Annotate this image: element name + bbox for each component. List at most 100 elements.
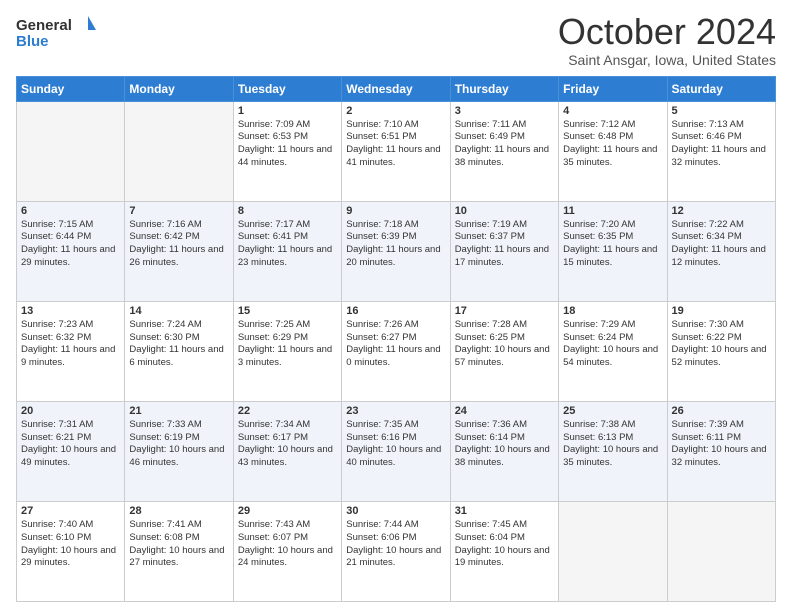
calendar-day-cell: 8 Sunrise: 7:17 AMSunset: 6:41 PMDayligh… — [233, 201, 341, 301]
calendar-day-cell: 4 Sunrise: 7:12 AMSunset: 6:48 PMDayligh… — [559, 101, 667, 201]
month-title: October 2024 — [558, 12, 776, 52]
day-number: 13 — [21, 305, 120, 317]
day-detail: Sunrise: 7:11 AMSunset: 6:49 PMDaylight:… — [455, 119, 549, 168]
calendar-day-cell: 30 Sunrise: 7:44 AMSunset: 6:06 PMDaylig… — [342, 501, 450, 601]
day-number: 8 — [238, 205, 337, 217]
day-number: 21 — [129, 405, 228, 417]
day-detail: Sunrise: 7:13 AMSunset: 6:46 PMDaylight:… — [672, 119, 766, 168]
header: General Blue October 2024 Saint Ansgar, … — [16, 12, 776, 68]
weekday-header: Tuesday — [233, 76, 341, 101]
day-detail: Sunrise: 7:39 AMSunset: 6:11 PMDaylight:… — [672, 419, 767, 468]
day-number: 7 — [129, 205, 228, 217]
calendar-week-row: 20 Sunrise: 7:31 AMSunset: 6:21 PMDaylig… — [17, 401, 776, 501]
weekday-header: Friday — [559, 76, 667, 101]
calendar-day-cell: 16 Sunrise: 7:26 AMSunset: 6:27 PMDaylig… — [342, 301, 450, 401]
calendar-day-cell: 22 Sunrise: 7:34 AMSunset: 6:17 PMDaylig… — [233, 401, 341, 501]
day-detail: Sunrise: 7:31 AMSunset: 6:21 PMDaylight:… — [21, 419, 116, 468]
day-number: 31 — [455, 505, 554, 517]
day-detail: Sunrise: 7:44 AMSunset: 6:06 PMDaylight:… — [346, 519, 441, 568]
calendar-week-row: 6 Sunrise: 7:15 AMSunset: 6:44 PMDayligh… — [17, 201, 776, 301]
day-detail: Sunrise: 7:35 AMSunset: 6:16 PMDaylight:… — [346, 419, 441, 468]
day-detail: Sunrise: 7:40 AMSunset: 6:10 PMDaylight:… — [21, 519, 116, 568]
calendar-day-cell: 27 Sunrise: 7:40 AMSunset: 6:10 PMDaylig… — [17, 501, 125, 601]
day-detail: Sunrise: 7:12 AMSunset: 6:48 PMDaylight:… — [563, 119, 657, 168]
day-number: 5 — [672, 105, 771, 117]
day-detail: Sunrise: 7:38 AMSunset: 6:13 PMDaylight:… — [563, 419, 658, 468]
day-number: 29 — [238, 505, 337, 517]
day-detail: Sunrise: 7:19 AMSunset: 6:37 PMDaylight:… — [455, 219, 549, 268]
day-detail: Sunrise: 7:26 AMSunset: 6:27 PMDaylight:… — [346, 319, 440, 368]
calendar-day-cell: 2 Sunrise: 7:10 AMSunset: 6:51 PMDayligh… — [342, 101, 450, 201]
calendar-day-cell: 7 Sunrise: 7:16 AMSunset: 6:42 PMDayligh… — [125, 201, 233, 301]
calendar-day-cell: 11 Sunrise: 7:20 AMSunset: 6:35 PMDaylig… — [559, 201, 667, 301]
logo: General Blue — [16, 12, 96, 56]
day-number: 12 — [672, 205, 771, 217]
calendar-day-cell: 15 Sunrise: 7:25 AMSunset: 6:29 PMDaylig… — [233, 301, 341, 401]
day-detail: Sunrise: 7:15 AMSunset: 6:44 PMDaylight:… — [21, 219, 115, 268]
day-detail: Sunrise: 7:34 AMSunset: 6:17 PMDaylight:… — [238, 419, 333, 468]
day-detail: Sunrise: 7:22 AMSunset: 6:34 PMDaylight:… — [672, 219, 766, 268]
day-number: 6 — [21, 205, 120, 217]
day-number: 22 — [238, 405, 337, 417]
day-number: 9 — [346, 205, 445, 217]
calendar-day-cell — [559, 501, 667, 601]
calendar-day-cell: 5 Sunrise: 7:13 AMSunset: 6:46 PMDayligh… — [667, 101, 775, 201]
calendar-day-cell: 1 Sunrise: 7:09 AMSunset: 6:53 PMDayligh… — [233, 101, 341, 201]
day-number: 28 — [129, 505, 228, 517]
day-detail: Sunrise: 7:41 AMSunset: 6:08 PMDaylight:… — [129, 519, 224, 568]
day-detail: Sunrise: 7:30 AMSunset: 6:22 PMDaylight:… — [672, 319, 767, 368]
weekday-header: Monday — [125, 76, 233, 101]
day-number: 14 — [129, 305, 228, 317]
calendar-day-cell: 18 Sunrise: 7:29 AMSunset: 6:24 PMDaylig… — [559, 301, 667, 401]
calendar-body: 1 Sunrise: 7:09 AMSunset: 6:53 PMDayligh… — [17, 101, 776, 601]
calendar-week-row: 27 Sunrise: 7:40 AMSunset: 6:10 PMDaylig… — [17, 501, 776, 601]
day-number: 18 — [563, 305, 662, 317]
day-number: 17 — [455, 305, 554, 317]
day-detail: Sunrise: 7:29 AMSunset: 6:24 PMDaylight:… — [563, 319, 658, 368]
calendar-day-cell: 28 Sunrise: 7:41 AMSunset: 6:08 PMDaylig… — [125, 501, 233, 601]
day-number: 26 — [672, 405, 771, 417]
calendar-day-cell: 31 Sunrise: 7:45 AMSunset: 6:04 PMDaylig… — [450, 501, 558, 601]
weekday-header-row: SundayMondayTuesdayWednesdayThursdayFrid… — [17, 76, 776, 101]
calendar-day-cell: 12 Sunrise: 7:22 AMSunset: 6:34 PMDaylig… — [667, 201, 775, 301]
day-number: 20 — [21, 405, 120, 417]
day-detail: Sunrise: 7:24 AMSunset: 6:30 PMDaylight:… — [129, 319, 223, 368]
calendar-table: SundayMondayTuesdayWednesdayThursdayFrid… — [16, 76, 776, 602]
day-detail: Sunrise: 7:25 AMSunset: 6:29 PMDaylight:… — [238, 319, 332, 368]
weekday-header: Sunday — [17, 76, 125, 101]
svg-text:Blue: Blue — [16, 33, 49, 50]
day-number: 1 — [238, 105, 337, 117]
calendar-day-cell: 25 Sunrise: 7:38 AMSunset: 6:13 PMDaylig… — [559, 401, 667, 501]
calendar-week-row: 13 Sunrise: 7:23 AMSunset: 6:32 PMDaylig… — [17, 301, 776, 401]
day-number: 25 — [563, 405, 662, 417]
page: General Blue October 2024 Saint Ansgar, … — [0, 0, 792, 612]
day-detail: Sunrise: 7:43 AMSunset: 6:07 PMDaylight:… — [238, 519, 333, 568]
day-detail: Sunrise: 7:28 AMSunset: 6:25 PMDaylight:… — [455, 319, 550, 368]
day-detail: Sunrise: 7:10 AMSunset: 6:51 PMDaylight:… — [346, 119, 440, 168]
day-number: 16 — [346, 305, 445, 317]
calendar-day-cell — [17, 101, 125, 201]
day-detail: Sunrise: 7:18 AMSunset: 6:39 PMDaylight:… — [346, 219, 440, 268]
day-number: 19 — [672, 305, 771, 317]
calendar-day-cell: 21 Sunrise: 7:33 AMSunset: 6:19 PMDaylig… — [125, 401, 233, 501]
calendar-day-cell: 26 Sunrise: 7:39 AMSunset: 6:11 PMDaylig… — [667, 401, 775, 501]
subtitle: Saint Ansgar, Iowa, United States — [558, 52, 776, 68]
day-number: 23 — [346, 405, 445, 417]
day-detail: Sunrise: 7:17 AMSunset: 6:41 PMDaylight:… — [238, 219, 332, 268]
calendar-day-cell — [667, 501, 775, 601]
day-number: 30 — [346, 505, 445, 517]
calendar-week-row: 1 Sunrise: 7:09 AMSunset: 6:53 PMDayligh… — [17, 101, 776, 201]
svg-text:General: General — [16, 17, 72, 34]
calendar-day-cell: 29 Sunrise: 7:43 AMSunset: 6:07 PMDaylig… — [233, 501, 341, 601]
day-detail: Sunrise: 7:20 AMSunset: 6:35 PMDaylight:… — [563, 219, 657, 268]
day-number: 10 — [455, 205, 554, 217]
day-detail: Sunrise: 7:36 AMSunset: 6:14 PMDaylight:… — [455, 419, 550, 468]
calendar-day-cell: 3 Sunrise: 7:11 AMSunset: 6:49 PMDayligh… — [450, 101, 558, 201]
calendar-day-cell — [125, 101, 233, 201]
calendar-day-cell: 17 Sunrise: 7:28 AMSunset: 6:25 PMDaylig… — [450, 301, 558, 401]
title-block: October 2024 Saint Ansgar, Iowa, United … — [558, 12, 776, 68]
calendar-day-cell: 13 Sunrise: 7:23 AMSunset: 6:32 PMDaylig… — [17, 301, 125, 401]
day-number: 15 — [238, 305, 337, 317]
calendar-day-cell: 14 Sunrise: 7:24 AMSunset: 6:30 PMDaylig… — [125, 301, 233, 401]
calendar-day-cell: 10 Sunrise: 7:19 AMSunset: 6:37 PMDaylig… — [450, 201, 558, 301]
